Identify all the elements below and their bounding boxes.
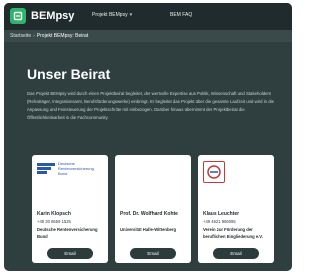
member-organization: Universität Halle-Wittenberg [120,227,177,232]
member-name: Prof. Dr. Wolfhard Kohte [120,211,178,217]
email-button[interactable]: Email [213,248,259,259]
page-title: Unser Beirat [27,66,111,82]
organization-logo [203,161,269,187]
board-member-card: Prof. Dr. Wolfhard Kohte Universität Hal… [115,155,191,263]
nav-item-bem-faq[interactable]: BEM FAQ [170,12,192,18]
member-phone: +49 4621 966095 [203,219,236,224]
member-organization: Verein zur Förderung der beruflichen Ein… [203,227,263,239]
email-button[interactable]: Email [130,248,176,259]
email-button[interactable]: Email [47,248,93,259]
breadcrumb-current: Projekt BEMpsy: Beirat [36,33,89,39]
logo-mark-icon [10,8,26,24]
logo-text: BEMpsy [31,10,75,22]
board-member-card: Klaus Leuchter +49 4621 966095 Verein zu… [198,155,274,263]
organization-logo-text: Deutsche Rentenversicherung Bund [58,161,94,176]
board-member-card: Deutsche Rentenversicherung Bund Karin K… [32,155,108,263]
breadcrumb: Startseite › Projekt BEMpsy: Beirat [4,30,292,42]
nav-item-label: Projekt BEMpsy [92,12,128,18]
drv-logo-icon [37,161,55,174]
top-navigation-bar: BEMpsy Projekt BEMpsy ▾ BEM FAQ [4,3,292,30]
organization-logo: Deutsche Rentenversicherung Bund [37,161,103,187]
member-organization: Deutsche Rentenversicherung Bund [37,227,98,239]
bempsy-logo[interactable]: BEMpsy [10,8,74,24]
vfbe-logo-icon [203,161,225,183]
page-frame: BEMpsy Projekt BEMpsy ▾ BEM FAQ Startsei… [4,3,292,271]
intro-paragraph: Das Projekt BEMpsy wird durch einen Proj… [27,91,274,120]
breadcrumb-separator-icon: › [33,33,35,39]
chevron-down-icon: ▾ [129,12,133,18]
member-name: Karin Klopsch [37,211,71,217]
breadcrumb-home-link[interactable]: Startseite [10,33,31,39]
nav-item-label: BEM FAQ [170,12,193,18]
member-name: Klaus Leuchter [203,211,240,217]
nav-item-projekt-bempsy[interactable]: Projekt BEMpsy ▾ [92,12,132,18]
member-phone: +49 30 8659 1525 [37,219,71,224]
